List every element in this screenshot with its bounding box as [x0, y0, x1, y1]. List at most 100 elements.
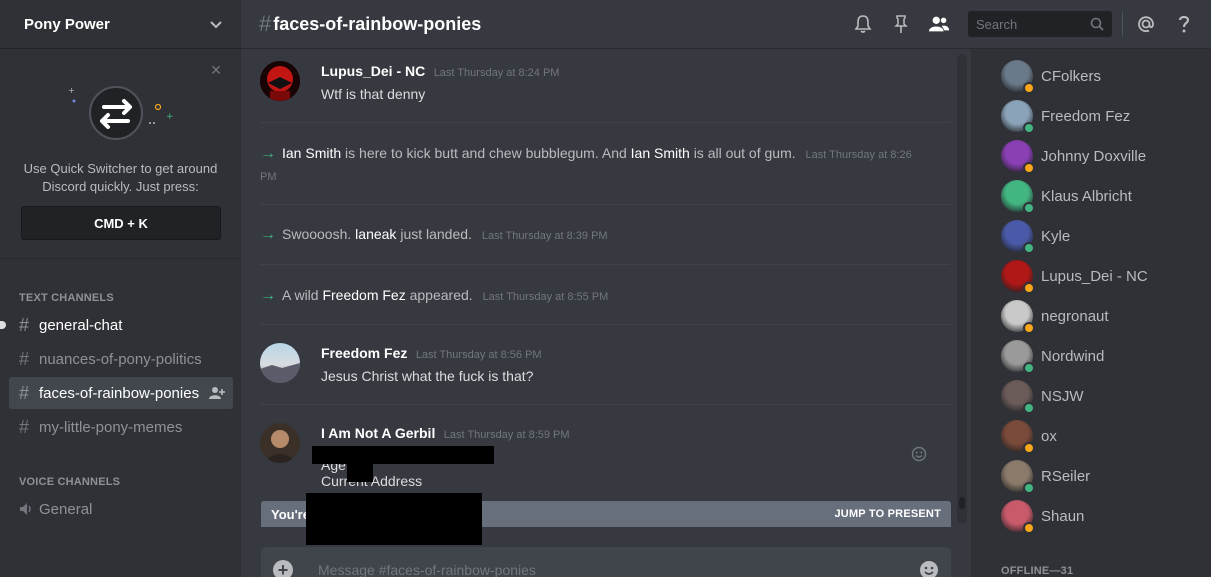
member-item[interactable]: RSeiler: [1001, 456, 1201, 496]
member-item[interactable]: CFolkers: [1001, 56, 1201, 96]
avatar[interactable]: [260, 61, 300, 101]
message-divider: [260, 404, 950, 405]
channel-header: # faces-of-rainbow-ponies: [241, 0, 1211, 48]
scrollbar-track[interactable]: [957, 54, 967, 524]
text-channels-category[interactable]: TEXT CHANNELS: [19, 292, 114, 304]
bell-icon[interactable]: [852, 13, 874, 35]
member-name: Johnny Doxville: [1041, 147, 1147, 165]
header-toolbar: [852, 0, 1211, 48]
status-online-icon: [1023, 482, 1035, 494]
member-name: Kyle: [1041, 227, 1071, 245]
pin-icon[interactable]: [890, 13, 912, 35]
avatar: [1001, 140, 1035, 174]
member-item[interactable]: negronaut: [1001, 296, 1201, 336]
message-timestamp: Last Thursday at 8:39 PM: [481, 230, 608, 242]
hash-icon: #: [19, 314, 30, 335]
status-online-icon: [1023, 362, 1035, 374]
member-item[interactable]: Shaun: [1001, 496, 1201, 536]
member-item[interactable]: Klaus Albricht: [1001, 176, 1201, 216]
message-divider: [260, 324, 950, 325]
message-author[interactable]: Freedom Fez: [321, 345, 407, 361]
quick-switcher-text: Use Quick Switcher to get around Discord…: [23, 161, 218, 194]
redaction-block: [347, 462, 373, 482]
channel-nuances-of-pony-politics[interactable]: # nuances-of-pony-politics: [9, 343, 233, 375]
member-item[interactable]: ox: [1001, 416, 1201, 456]
quick-switcher-icon: + +: [68, 86, 174, 140]
message-timestamp: Last Thursday at 8:59 PM: [443, 429, 570, 441]
member-item[interactable]: Johnny Doxville: [1001, 136, 1201, 176]
status-idle-icon: [1023, 82, 1035, 94]
channel-name: my-little-pony-memes: [39, 418, 183, 436]
channel-name: nuances-of-pony-politics: [39, 350, 202, 368]
status-idle-icon: [1023, 162, 1035, 174]
member-item[interactable]: Lupus_Dei - NC: [1001, 256, 1201, 296]
server-header[interactable]: Pony Power: [0, 0, 241, 48]
voice-channel-general[interactable]: General: [9, 493, 233, 525]
upload-plus-icon[interactable]: +: [273, 560, 293, 577]
system-user[interactable]: Freedom Fez: [322, 287, 405, 303]
status-idle-icon: [1023, 282, 1035, 294]
avatar: [1001, 420, 1035, 454]
avatar: [1001, 60, 1035, 94]
system-message-join: → Swoooosh. laneak just landed. Last Thur…: [260, 224, 920, 246]
system-text: Swoooosh.: [282, 226, 352, 242]
voice-channels-category[interactable]: VOICE CHANNELS: [19, 476, 120, 488]
message-author[interactable]: Lupus_Dei - NC: [321, 63, 425, 79]
system-user[interactable]: Ian Smith: [282, 145, 341, 161]
message-divider: [260, 122, 950, 123]
scrollbar-thumb[interactable]: [959, 497, 965, 509]
member-name: NSJW: [1041, 387, 1084, 405]
system-user[interactable]: Ian Smith: [631, 145, 690, 161]
speaker-icon: [20, 503, 31, 515]
add-member-icon[interactable]: [209, 386, 225, 400]
member-name: Klaus Albricht: [1041, 187, 1132, 205]
message-text: Wtf is that denny: [321, 86, 426, 102]
avatar: [1001, 300, 1035, 334]
close-icon[interactable]: ×: [209, 61, 223, 79]
message-author[interactable]: I Am Not A Gerbil: [321, 425, 435, 441]
jump-to-present-button[interactable]: JUMP TO PRESENT: [834, 508, 941, 520]
member-item[interactable]: Nordwind: [1001, 336, 1201, 376]
system-message-join: → A wild Freedom Fez appeared. Last Thurs…: [260, 285, 920, 307]
avatar[interactable]: [260, 423, 300, 463]
channel-general-chat[interactable]: # general-chat: [0, 309, 233, 341]
channel-faces-of-rainbow-ponies[interactable]: # faces-of-rainbow-ponies: [9, 377, 233, 409]
member-name: Nordwind: [1041, 347, 1105, 365]
message-divider: [260, 204, 950, 205]
server-name: Pony Power: [24, 15, 110, 33]
add-reaction-icon[interactable]: [911, 446, 927, 462]
join-arrow-icon: →: [260, 226, 276, 243]
message-list[interactable]: Lupus_Dei - NC Last Thursday at 8:24 PM …: [241, 49, 957, 527]
message: Freedom Fez Last Thursday at 8:56 PM Jes…: [321, 345, 957, 386]
member-item[interactable]: Freedom Fez: [1001, 96, 1201, 136]
system-user[interactable]: laneak: [355, 226, 396, 242]
search-icon: [1090, 17, 1104, 31]
message-timestamp: Last Thursday at 8:55 PM: [482, 291, 609, 303]
search-box[interactable]: [968, 11, 1112, 37]
channel-my-little-pony-memes[interactable]: # my-little-pony-memes: [9, 411, 233, 443]
system-text: is here to kick butt and chew bubblegum.…: [345, 145, 627, 161]
system-message-join: → Ian Smith is here to kick butt and chew…: [260, 143, 920, 187]
system-text: appeared.: [409, 287, 473, 303]
avatar: [1001, 460, 1035, 494]
emoji-icon[interactable]: [919, 560, 939, 577]
status-idle-icon: [1023, 522, 1035, 534]
member-item[interactable]: Kyle: [1001, 216, 1201, 256]
redaction-block: [306, 493, 482, 545]
message-timestamp: Last Thursday at 8:56 PM: [415, 349, 542, 361]
member-list-icon[interactable]: [928, 13, 950, 35]
channel-title: faces-of-rainbow-ponies: [273, 13, 482, 34]
search-input[interactable]: [976, 16, 1090, 32]
mentions-icon[interactable]: [1135, 13, 1157, 35]
help-icon[interactable]: [1173, 13, 1195, 35]
message-input[interactable]: [318, 562, 878, 577]
member-item[interactable]: NSJW: [1001, 376, 1201, 416]
quick-switcher-tip: × + + Use Quick Switcher to get around D…: [0, 49, 241, 259]
avatar[interactable]: [260, 343, 300, 383]
status-online-icon: [1023, 242, 1035, 254]
hash-icon: #: [19, 382, 30, 403]
svg-text:+: +: [68, 86, 75, 95]
avatar: [1001, 340, 1035, 374]
member-name: RSeiler: [1041, 467, 1091, 485]
system-text: is all out of gum.: [693, 145, 796, 161]
